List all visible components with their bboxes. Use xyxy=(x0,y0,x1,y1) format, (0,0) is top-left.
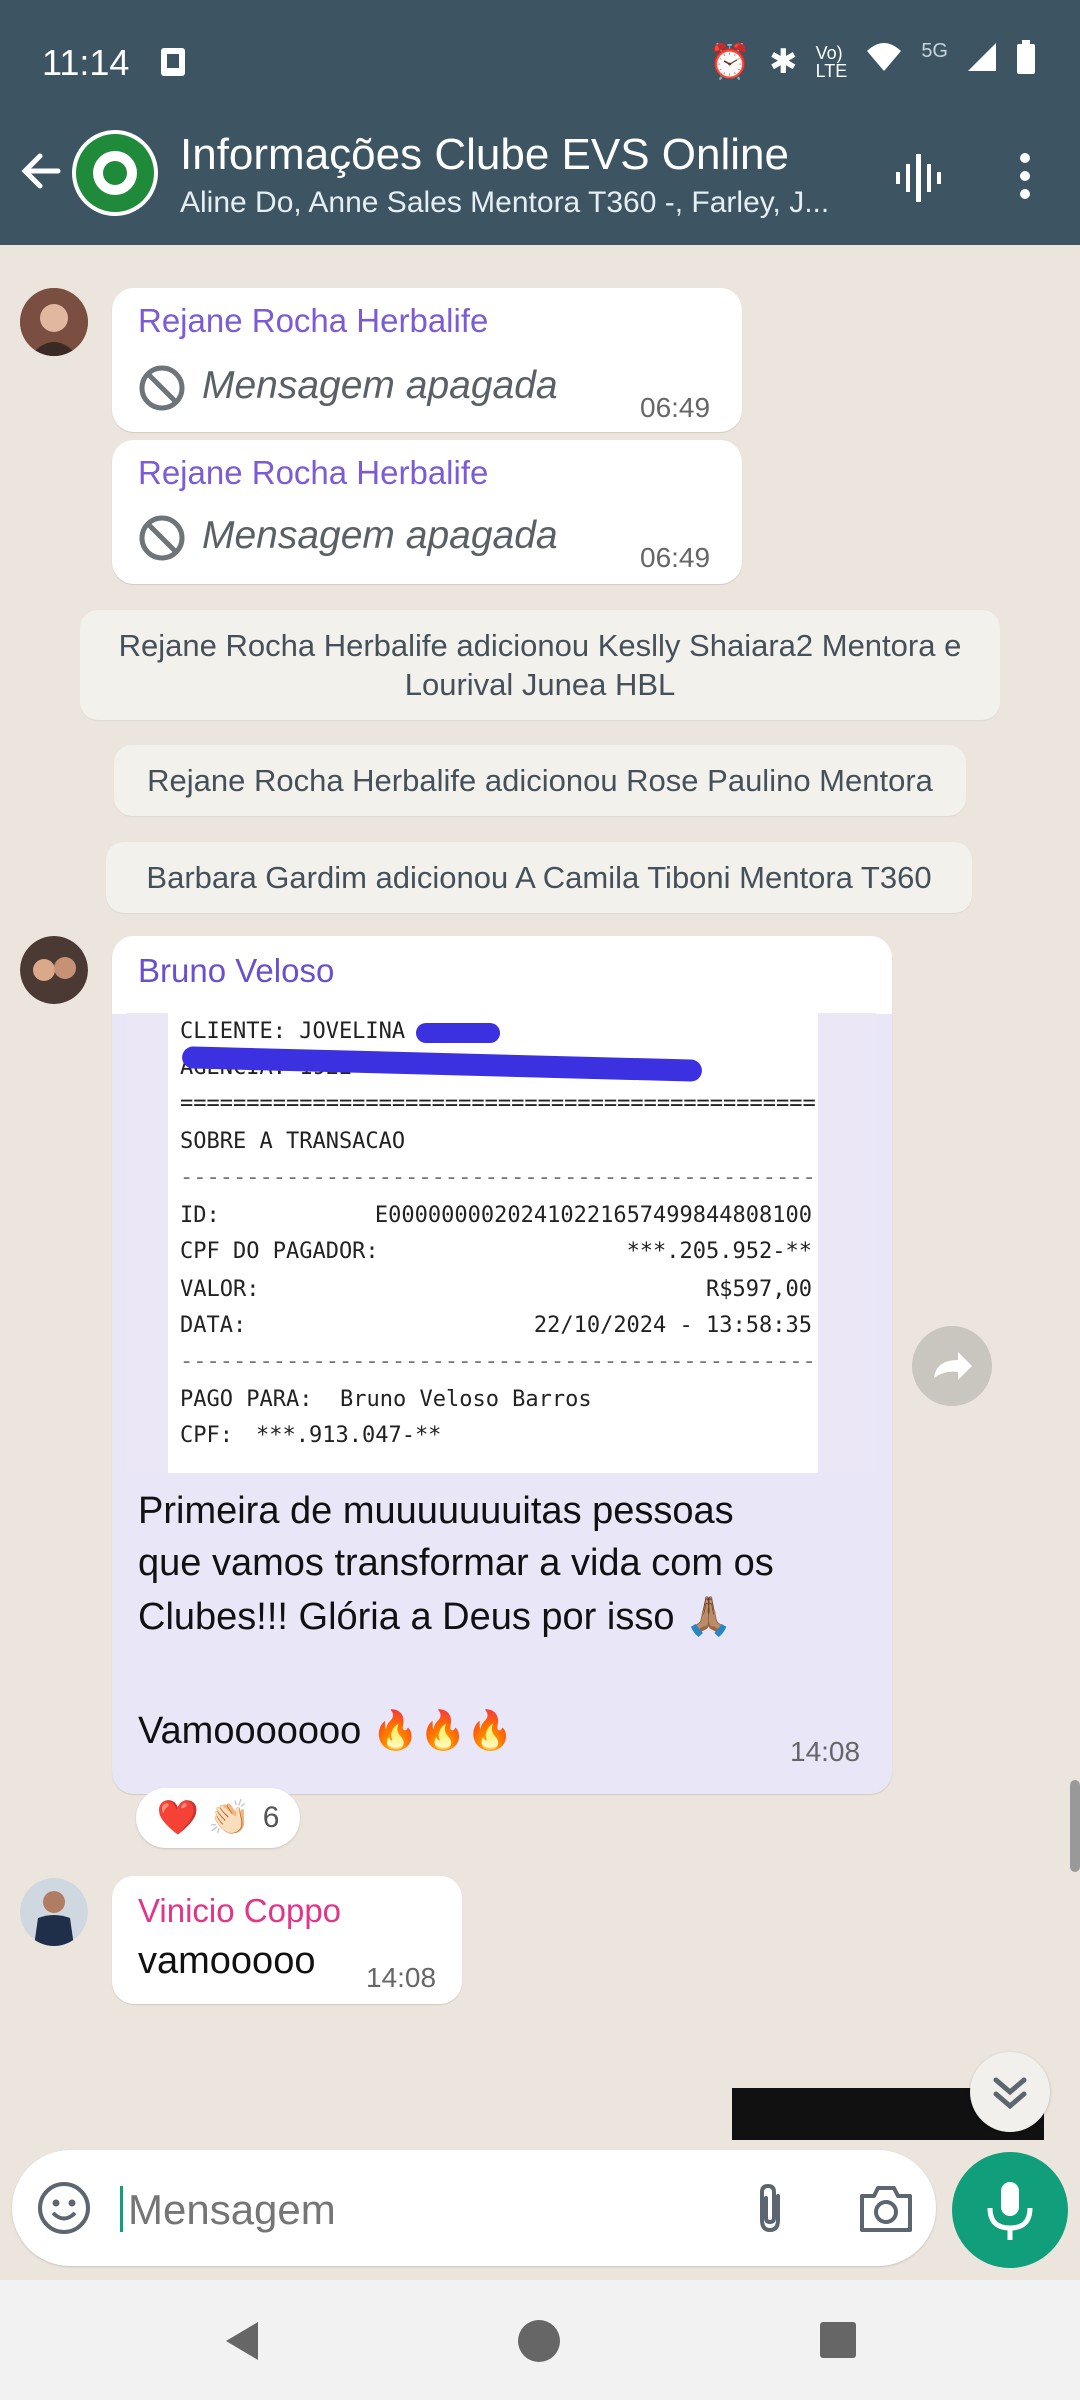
message-input[interactable] xyxy=(126,2176,730,2244)
receipt-valor-value: R$597,00 xyxy=(706,1277,812,1302)
receipt-image[interactable]: CLIENTE: JOVELINA AGENCIA: 1922 ========… xyxy=(126,1013,876,1473)
chat-title[interactable]: Informações Clube EVS Online xyxy=(180,130,789,180)
reaction-emojis: ❤️ 👏🏻 xyxy=(156,1799,251,1837)
network-label: 5G xyxy=(921,40,948,62)
bluetooth-icon: ✱ xyxy=(769,42,798,81)
battery-icon xyxy=(1016,40,1036,83)
message-sender: Rejane Rocha Herbalife xyxy=(138,454,489,491)
receipt-divider: ----------------------------------------… xyxy=(180,1165,816,1190)
receipt-id-label: ID: xyxy=(180,1203,220,1228)
message-time: 14:08 xyxy=(790,1736,861,1767)
attach-icon[interactable] xyxy=(742,2180,798,2236)
chat-participants[interactable]: Aline Do, Anne Sales Mentora T360 -, Far… xyxy=(180,186,829,220)
avatar-bruno[interactable] xyxy=(20,936,88,1004)
reaction-pill[interactable]: ❤️ 👏🏻 6 xyxy=(136,1788,300,1848)
back-arrow-icon[interactable] xyxy=(18,148,64,203)
message-time: 06:49 xyxy=(640,392,711,423)
message-time: 06:49 xyxy=(640,542,711,573)
nav-back-icon[interactable] xyxy=(218,2316,268,2366)
receipt-cpf2-label: CPF: xyxy=(180,1423,233,1448)
avatar-rejane[interactable] xyxy=(20,288,88,356)
receipt-id-value: E00000000202410221657499844808100 xyxy=(374,1203,812,1228)
receipt-valor-label: VALOR: xyxy=(180,1277,260,1302)
text-cursor xyxy=(120,2186,123,2232)
receipt-section: SOBRE A TRANSACAO xyxy=(180,1129,406,1154)
system-message: Rejane Rocha Herbalife adicionou Keslly … xyxy=(80,610,1000,720)
forward-button[interactable] xyxy=(912,1326,992,1406)
scrollbar-thumb[interactable] xyxy=(1070,1780,1080,1872)
deleted-icon xyxy=(138,364,186,412)
receipt-payee-value: Bruno Veloso Barros xyxy=(340,1387,592,1412)
message-sender: Rejane Rocha Herbalife xyxy=(138,302,489,339)
message-text: vamooooo xyxy=(138,1940,316,1982)
receipt-cpf-label: CPF DO PAGADOR: xyxy=(180,1239,379,1264)
message-text-line: Clubes!!! Glória a Deus por isso 🙏🏽 xyxy=(138,1596,733,1638)
status-time: 11:14 xyxy=(42,42,130,83)
receipt-data-label: DATA: xyxy=(180,1313,247,1338)
receipt-data-value: 22/10/2024 - 13:58:35 xyxy=(533,1313,812,1338)
message-sender: Vinicio Coppo xyxy=(138,1892,342,1929)
group-avatar[interactable] xyxy=(72,130,158,216)
volte-icon: Vo) LTE xyxy=(815,42,848,81)
redaction-mark xyxy=(416,1023,500,1043)
system-message: Rejane Rocha Herbalife adicionou Rose Pa… xyxy=(114,745,966,816)
deleted-icon xyxy=(138,514,186,562)
status-icons: ⏰ ✱ Vo) LTE 5G xyxy=(709,40,1036,83)
receipt-client: CLIENTE: JOVELINA xyxy=(180,1019,406,1044)
receipt-rule: ========================================… xyxy=(180,1091,816,1116)
signal-icon xyxy=(966,41,998,82)
system-message: Barbara Gardim adicionou A Camila Tiboni… xyxy=(106,842,972,913)
sim-icon xyxy=(155,44,191,80)
receipt-divider: ----------------------------------------… xyxy=(180,1349,816,1374)
receipt-payee-label: PAGO PARA: xyxy=(180,1387,313,1412)
avatar-vinicio[interactable] xyxy=(20,1878,88,1946)
microphone-button[interactable] xyxy=(952,2152,1068,2268)
message-text-line: que vamos transformar a vida com os xyxy=(138,1542,774,1584)
nav-recents-icon[interactable] xyxy=(818,2320,858,2360)
reaction-count: 6 xyxy=(262,1801,280,1834)
deleted-message-text: Mensagem apagada xyxy=(202,514,558,557)
message-sender: Bruno Veloso xyxy=(138,952,335,989)
alarm-icon: ⏰ xyxy=(708,42,752,81)
more-options-icon[interactable] xyxy=(1010,148,1040,208)
camera-icon[interactable] xyxy=(856,2182,916,2236)
deleted-message-text: Mensagem apagada xyxy=(202,364,558,407)
nav-home-icon[interactable] xyxy=(516,2318,562,2364)
wifi-icon xyxy=(865,41,903,82)
voice-chat-icon[interactable] xyxy=(890,148,950,208)
emoji-icon[interactable] xyxy=(36,2180,92,2236)
scroll-down-button[interactable] xyxy=(970,2052,1050,2132)
message-time: 14:08 xyxy=(366,1962,437,1993)
message-text-line: Primeira de muuuuuuuitas pessoas xyxy=(138,1490,734,1532)
receipt-cpf2-value: ***.913.047-** xyxy=(256,1423,442,1448)
receipt-cpf-value: ***.205.952-** xyxy=(626,1239,812,1264)
message-text-line: Vamooooooo 🔥🔥🔥 xyxy=(138,1710,514,1752)
